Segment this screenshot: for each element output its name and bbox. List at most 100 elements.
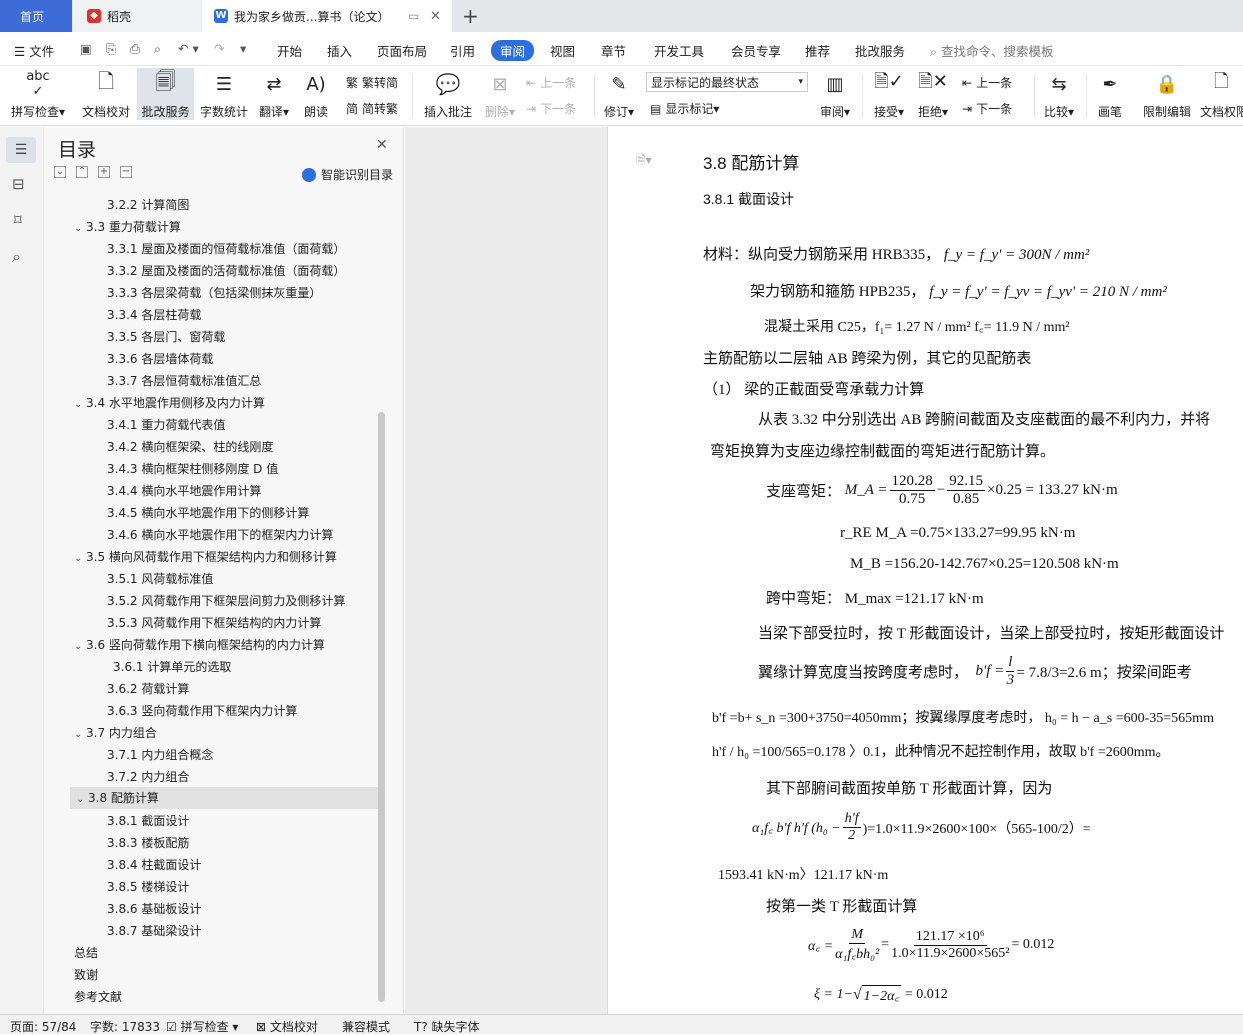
toc-item[interactable]: 3.7.1 内力组合概念: [107, 746, 213, 763]
toc-item[interactable]: 3.8.6 基础板设计: [107, 900, 201, 917]
toc-item[interactable]: 3.4.1 重力荷载代表值: [107, 416, 225, 433]
toc-item[interactable]: 3.8.1 截面设计: [107, 812, 189, 829]
chevron-down-icon[interactable]: ⌄: [74, 223, 86, 234]
insert-comment-button[interactable]: 💬 插入批注: [420, 70, 476, 120]
read-aloud-button[interactable]: A) 朗读: [298, 70, 334, 120]
collapse-all-icon[interactable]: ⌄: [54, 166, 66, 178]
prev-change-button[interactable]: ⇤ 上一条: [962, 74, 1012, 91]
next-comment-button[interactable]: ⇥ 下一条: [526, 100, 576, 117]
doc-proof-button[interactable]: 🗋 文档校对: [78, 69, 134, 120]
close-icon[interactable]: ✕: [376, 137, 388, 153]
menu-file[interactable]: ☰ 文件: [14, 41, 54, 60]
toc-item[interactable]: 3.6.1 计算单元的选取: [113, 658, 231, 675]
menu-review[interactable]: 审阅: [491, 40, 535, 61]
nav-pane-icon[interactable]: ⊟: [12, 175, 25, 193]
toc-item[interactable]: ⌄ 3.4 水平地震作用侧移及内力计算: [74, 394, 265, 411]
doc-permission-button[interactable]: 🗋 文档权限: [1200, 70, 1243, 120]
toc-item[interactable]: 参考文献: [74, 988, 122, 1005]
toc-item[interactable]: 3.7.2 内力组合: [107, 768, 189, 785]
tab-home[interactable]: 首页: [0, 0, 72, 32]
toc-item[interactable]: 3.3.7 各层恒荷载标准值汇总: [107, 372, 261, 389]
toc-item[interactable]: 3.4.2 横向框架梁、柱的线刚度: [107, 438, 273, 455]
toc-item[interactable]: ⌄ 3.5 横向风荷载作用下框架结构内力和侧移计算: [74, 548, 337, 565]
ink-pen-button[interactable]: ✒ 画笔: [1092, 70, 1128, 120]
translate-button[interactable]: ⇄ 翻译▾: [254, 70, 294, 120]
menu-layout[interactable]: 页面布局: [377, 41, 427, 60]
export-pdf-icon[interactable]: ⎘: [106, 41, 116, 57]
toc-scrollbar[interactable]: [378, 412, 385, 1002]
simp-to-trad-button[interactable]: 简简转繁: [346, 100, 398, 117]
expand-up-icon[interactable]: ⌃: [76, 166, 88, 178]
trad-to-simp-button[interactable]: 繁繁转简: [346, 74, 398, 91]
toc-item[interactable]: 3.4.6 横向水平地震作用下的框架内力计算: [107, 526, 333, 543]
menu-dev-tools[interactable]: 开发工具: [654, 41, 704, 60]
menu-view[interactable]: 视图: [550, 41, 575, 60]
menu-insert[interactable]: 插入: [327, 41, 352, 60]
smart-toc-button[interactable]: 智能识别目录: [302, 166, 393, 183]
remove-level-icon[interactable]: −: [120, 166, 132, 178]
show-markup-button[interactable]: ▤ 显示标记 ▾: [650, 100, 719, 117]
toc-item[interactable]: 致谢: [74, 966, 98, 983]
toc-item[interactable]: 3.5.2 风荷载作用下框架层间剪力及侧移计算: [107, 592, 345, 609]
search-icon[interactable]: ⌕: [12, 247, 21, 267]
chevron-down-icon[interactable]: ⌄: [76, 789, 88, 811]
review-pane-button[interactable]: ▥ 审阅▾: [816, 70, 854, 120]
more-quick-icon[interactable]: ▾: [240, 41, 246, 56]
restrict-edit-button[interactable]: 🔒 限制编辑: [1138, 70, 1196, 120]
missing-font-status[interactable]: T? 缺失字体: [414, 1018, 480, 1035]
toc-item[interactable]: 3.3.3 各层梁荷载（包括梁侧抹灰重量）: [107, 284, 321, 301]
accept-button[interactable]: 🗎✓ 接受▾: [870, 70, 908, 120]
menu-correction[interactable]: 批改服务: [855, 41, 905, 60]
restore-icon[interactable]: ▭: [408, 9, 419, 23]
toc-pane-icon[interactable]: ☰: [6, 137, 36, 163]
word-count-indicator[interactable]: 字数: 17833: [90, 1018, 160, 1035]
close-tab-icon[interactable]: ✕: [430, 9, 441, 24]
spell-check-status[interactable]: ☑ 拼写检查 ▾: [166, 1018, 238, 1035]
toc-item[interactable]: 3.5.3 风荷载作用下框架结构的内力计算: [107, 614, 321, 631]
menu-chapter[interactable]: 章节: [601, 41, 626, 60]
bookmark-icon[interactable]: ⌑: [14, 211, 22, 229]
print-preview-icon[interactable]: ⌕: [154, 41, 161, 57]
toc-item[interactable]: 3.6.2 荷载计算: [107, 680, 189, 697]
toc-item[interactable]: 3.3.6 各层墙体荷载: [107, 350, 213, 367]
toc-item[interactable]: 3.3.1 屋面及楼面的恒荷载标准值（面荷载）: [107, 240, 345, 257]
toc-item[interactable]: 3.5.1 风荷载标准值: [107, 570, 213, 587]
chevron-down-icon[interactable]: ⌄: [74, 553, 86, 564]
toc-item[interactable]: ⌄ 3.8 配筋计算: [70, 787, 378, 809]
toc-item[interactable]: 3.4.3 横向框架柱侧移刚度 D 值: [107, 460, 278, 477]
toc-item[interactable]: 总结: [74, 944, 98, 961]
prev-comment-button[interactable]: ⇤ 上一条: [526, 74, 576, 91]
correction-service-button[interactable]: 🗐 批改服务: [137, 68, 194, 120]
toc-item[interactable]: 3.8.5 楼梯设计: [107, 878, 189, 895]
new-tab-icon[interactable]: +: [462, 0, 479, 32]
next-change-button[interactable]: ⇥ 下一条: [962, 100, 1012, 117]
undo-icon[interactable]: ↶ ▾: [178, 41, 199, 56]
toc-item[interactable]: ⌄ 3.6 竖向荷载作用下横向框架结构的内力计算: [74, 636, 325, 653]
toc-item[interactable]: 3.2.2 计算简图: [107, 196, 189, 213]
save-icon[interactable]: ▣: [80, 41, 92, 56]
menu-start[interactable]: 开始: [277, 41, 302, 60]
page-indicator[interactable]: 页面: 57/84: [10, 1018, 76, 1035]
tab-daoke[interactable]: ◆ 稻壳: [73, 0, 201, 32]
command-search[interactable]: ⌕ 查找命令、搜索模板: [930, 41, 1054, 60]
toc-item[interactable]: 3.8.4 柱截面设计: [107, 856, 201, 873]
chevron-down-icon[interactable]: ⌄: [74, 399, 86, 410]
delete-comment-button[interactable]: ⊠ 删除▾: [480, 70, 520, 120]
redo-icon[interactable]: ↷: [214, 41, 224, 56]
toc-item[interactable]: 3.4.4 横向水平地震作用计算: [107, 482, 261, 499]
markup-state-select[interactable]: 显示标记的最终状态 ▾: [646, 72, 808, 92]
toc-item[interactable]: 3.6.3 竖向荷载作用下框架内力计算: [107, 702, 297, 719]
add-level-icon[interactable]: +: [98, 166, 110, 178]
spell-check-button[interactable]: abc ✓ 拼写检查▾: [10, 69, 66, 120]
doc-proof-status[interactable]: ⊠ 文档校对: [256, 1018, 318, 1035]
menu-reference[interactable]: 引用: [450, 41, 475, 60]
toc-item[interactable]: 3.8.7 基础梁设计: [107, 922, 201, 939]
word-count-button[interactable]: ☰ 字数统计: [197, 70, 251, 120]
toc-item[interactable]: ⌄ 3.7 内力组合: [74, 724, 157, 741]
toc-item[interactable]: 3.8.3 楼板配筋: [107, 834, 189, 851]
menu-recommend[interactable]: 推荐: [805, 41, 830, 60]
page-menu-icon[interactable]: 🗎▾: [636, 151, 652, 172]
menu-member[interactable]: 会员专享: [731, 41, 781, 60]
toc-item[interactable]: 3.3.2 屋面及楼面的活荷载标准值（面荷载）: [107, 262, 345, 279]
toc-item[interactable]: ⌄ 3.3 重力荷载计算: [74, 218, 181, 235]
